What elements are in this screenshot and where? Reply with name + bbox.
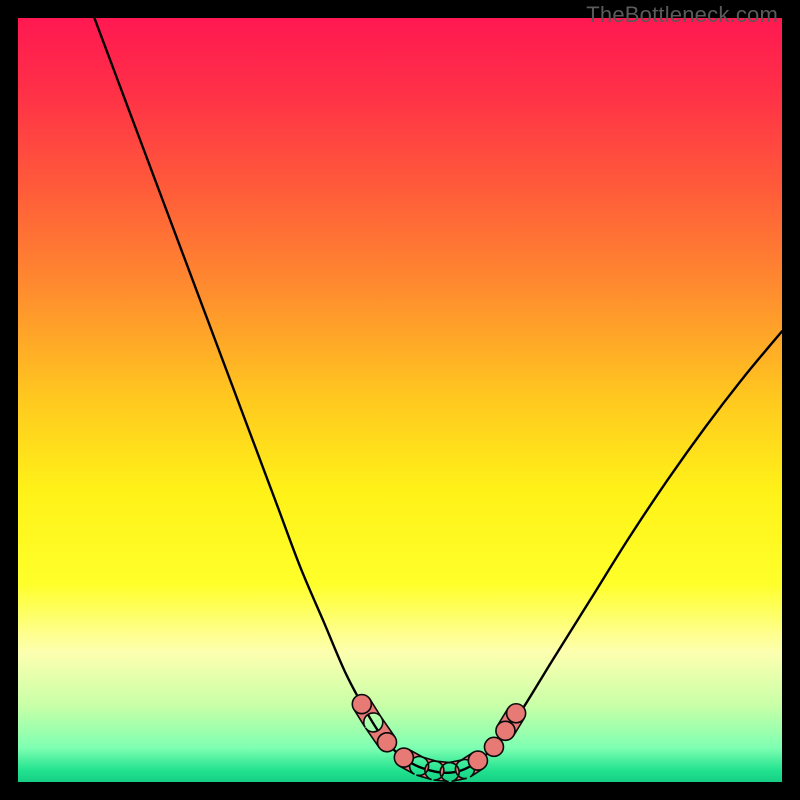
marker-cap — [394, 748, 413, 767]
chart-frame: TheBottleneck.com — [0, 0, 800, 800]
marker-cap — [352, 695, 371, 714]
marker-cap — [496, 721, 515, 740]
marker-group — [352, 695, 525, 782]
bottleneck-curve — [94, 18, 782, 773]
plot-area — [18, 18, 782, 782]
curve-layer — [18, 18, 782, 782]
marker-cap — [468, 751, 487, 770]
marker-cap — [507, 704, 526, 723]
marker-cap — [378, 733, 397, 752]
watermark-text: TheBottleneck.com — [586, 2, 778, 28]
marker-dot — [484, 737, 503, 756]
